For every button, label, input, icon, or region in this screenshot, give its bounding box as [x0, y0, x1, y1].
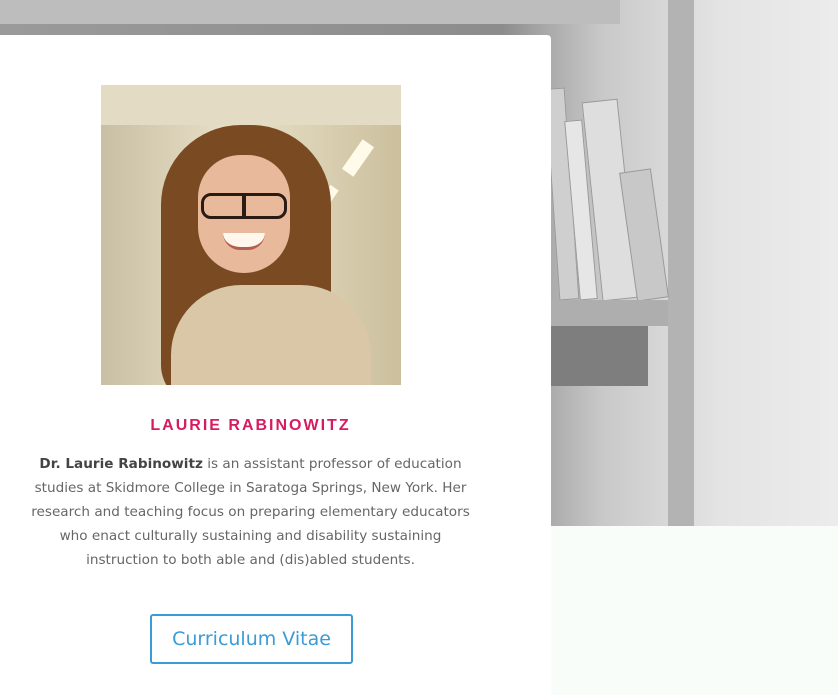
shelf-top [0, 0, 620, 24]
shelf-shadow [548, 326, 648, 386]
bio-text: is an assistant professor of education s… [31, 456, 470, 568]
bio-name: Dr. Laurie Rabinowitz [39, 456, 203, 472]
shelf-post [668, 0, 694, 526]
section-background [551, 526, 838, 675]
shelf-board [548, 300, 668, 326]
curriculum-vitae-button[interactable]: Curriculum Vitae [150, 614, 353, 664]
profile-photo [101, 85, 401, 385]
profile-bio: Dr. Laurie Rabinowitz is an assistant pr… [30, 452, 471, 572]
profile-card: LAURIE RABINOWITZ Dr. Laurie Rabinowitz … [0, 35, 551, 695]
profile-name: LAURIE RABINOWITZ [150, 417, 351, 434]
